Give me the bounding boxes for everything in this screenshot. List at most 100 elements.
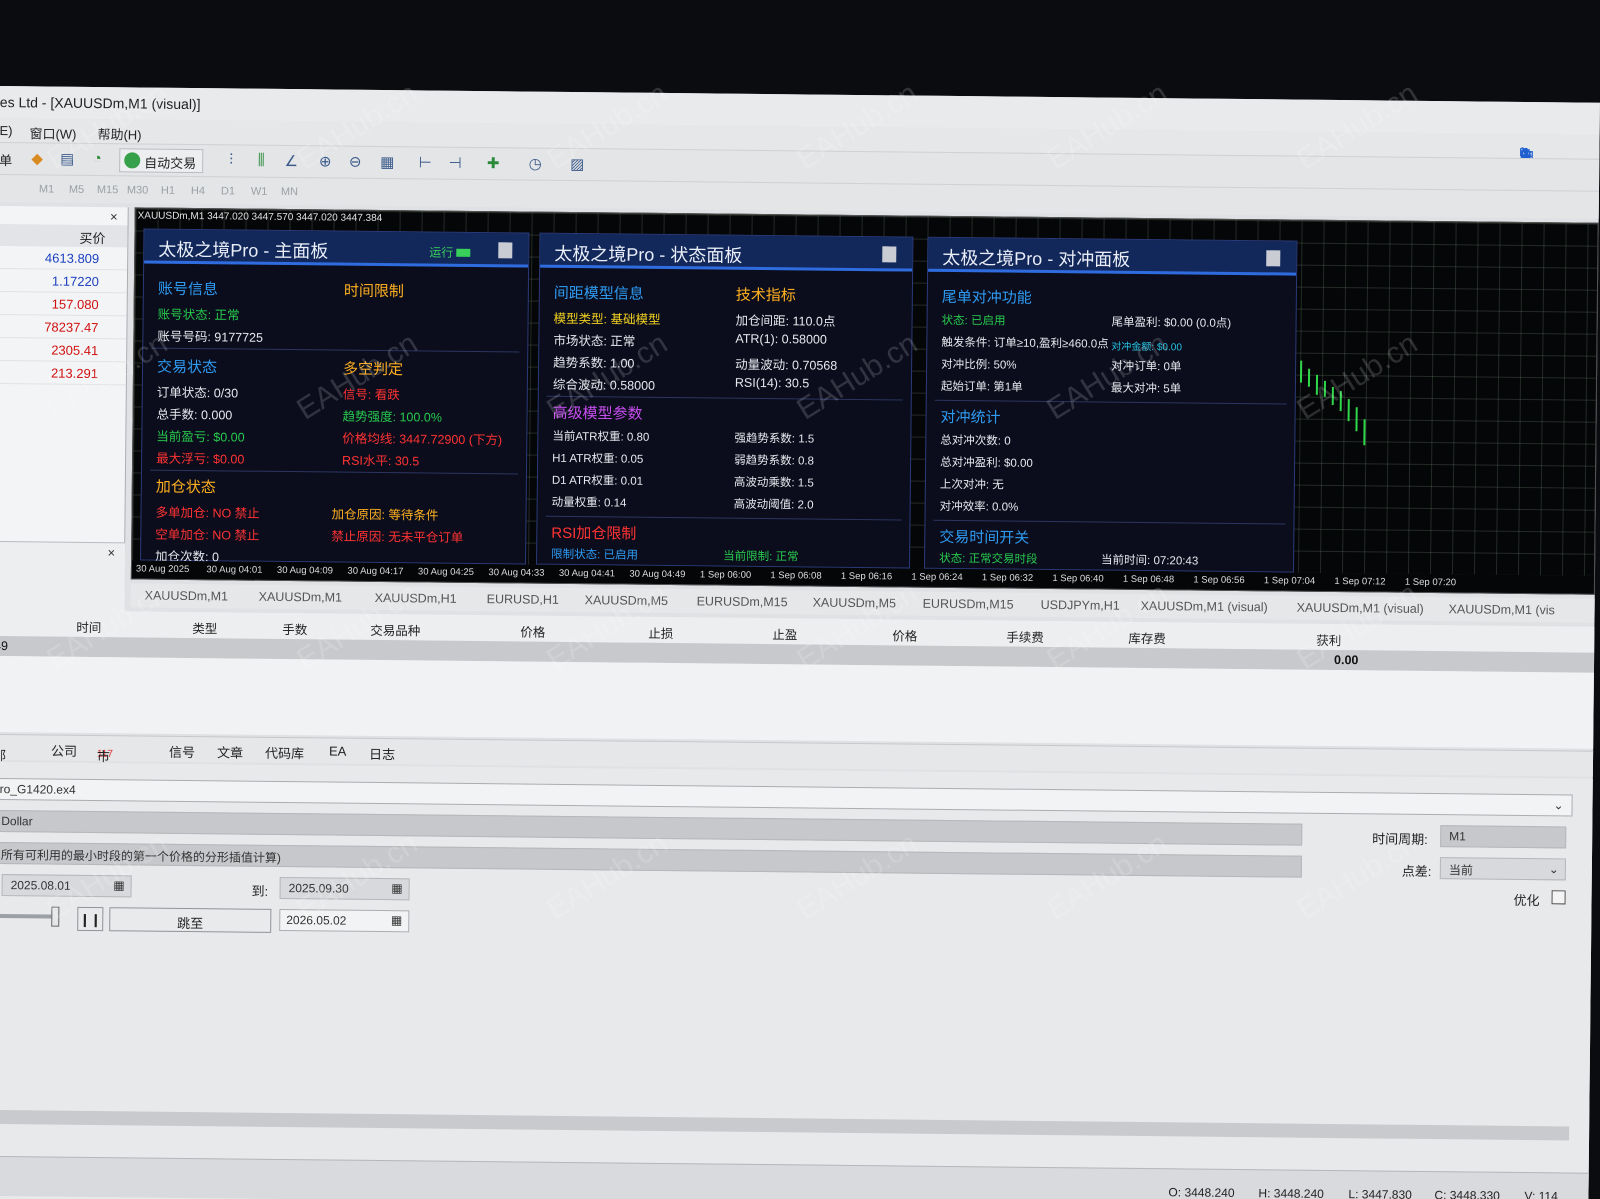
tab-ea[interactable]: EA bbox=[329, 743, 346, 758]
account-status: 账号状态: 正常 bbox=[157, 307, 240, 323]
time-tick-label: 1 Sep 06:56 bbox=[1193, 574, 1245, 587]
tf-m15[interactable]: M15 bbox=[97, 184, 119, 196]
templates-icon[interactable]: ▨ bbox=[567, 155, 587, 175]
column-header[interactable]: 手数 bbox=[282, 619, 307, 638]
calendar-icon[interactable]: ▦ bbox=[391, 881, 402, 895]
to-date-input[interactable]: 2025.09.30 ▦ bbox=[279, 876, 410, 901]
price-row[interactable]: 78237.47 bbox=[0, 314, 127, 340]
menu-help[interactable]: 帮助(H) bbox=[97, 124, 141, 143]
column-header[interactable]: 止损 bbox=[648, 623, 673, 642]
price-row[interactable]: 157.080 bbox=[0, 291, 127, 317]
tf-m30[interactable]: M30 bbox=[127, 184, 149, 196]
auto-trade-button[interactable]: 自动交易 bbox=[119, 148, 204, 174]
horizontal-scrollbar[interactable] bbox=[0, 1109, 1570, 1141]
strategy-tester-icon[interactable]: ◔ bbox=[87, 150, 107, 170]
candle-chart-icon[interactable]: ⫼ bbox=[251, 152, 271, 172]
tf-m5[interactable]: M5 bbox=[69, 184, 84, 196]
minimize-icon[interactable] bbox=[1266, 250, 1281, 267]
tf-h4[interactable]: H4 bbox=[191, 185, 205, 197]
tab-chart[interactable]: XAUUSDm,M1 (visual) bbox=[1141, 599, 1268, 614]
zoom-in-icon[interactable]: ⊕ bbox=[315, 152, 335, 172]
period-value: M1 bbox=[1449, 829, 1466, 844]
symbol-select[interactable]: Dollar bbox=[0, 809, 1303, 846]
price-row[interactable]: 4613.809 bbox=[0, 245, 128, 271]
column-header[interactable]: 时间 bbox=[76, 617, 101, 636]
close-icon[interactable]: × bbox=[107, 545, 115, 560]
tab-company[interactable]: 公司 bbox=[51, 741, 77, 760]
expert-select[interactable]: ro_G1420.ex4 ⌄ bbox=[0, 777, 1573, 817]
column-header[interactable]: 交易品种 bbox=[370, 620, 420, 640]
tf-m1[interactable]: M1 bbox=[39, 183, 54, 195]
column-header[interactable]: 价格 bbox=[892, 625, 917, 644]
jump-button[interactable]: 跳至 bbox=[109, 907, 272, 933]
tech-section-title: 技术指标 bbox=[735, 286, 796, 305]
tile-windows-icon[interactable]: ▦ bbox=[377, 153, 397, 173]
tf-w1[interactable]: W1 bbox=[251, 186, 268, 198]
spread-select[interactable]: 当前 ⌄ bbox=[1439, 857, 1566, 881]
column-header[interactable]: 价格 bbox=[520, 621, 545, 640]
menu-window[interactable]: 窗口(W) bbox=[29, 123, 76, 142]
price-row[interactable]: 2305.41 bbox=[0, 337, 127, 363]
tab-chart[interactable]: XAUUSDm,M1 (visual) bbox=[1297, 601, 1424, 616]
tab-chart[interactable]: EURUSDm,M15 bbox=[923, 597, 1014, 612]
tab-chart[interactable]: XAUUSDm,M1 bbox=[259, 590, 342, 605]
tab-chart[interactable]: XAUUSDm,M5 bbox=[813, 596, 896, 611]
tab-chart[interactable]: EURUSDm,M15 bbox=[697, 594, 788, 609]
add-section-title: 加仓状态 bbox=[155, 478, 216, 497]
tab-signals[interactable]: 信号 bbox=[169, 742, 195, 761]
tab-chart[interactable]: XAUUSDm,H1 bbox=[375, 591, 457, 606]
tab-articles[interactable]: 文章 bbox=[217, 742, 243, 761]
chart-window[interactable]: XAUUSDm,M1 3447.020 3447.570 3447.020 34… bbox=[130, 207, 1599, 595]
tab-chart[interactable]: EURUSD,H1 bbox=[487, 592, 559, 607]
status-panel-title-text: 太极之境Pro - 状态面板 bbox=[554, 243, 743, 266]
column-header[interactable]: 库存费 bbox=[1128, 628, 1166, 647]
new-order-label[interactable]: 单 bbox=[0, 150, 12, 169]
price-row[interactable]: 213.291 bbox=[0, 360, 127, 386]
bar-chart-icon[interactable]: ⫶ bbox=[221, 151, 241, 171]
long-add: 多单加仓: NO 禁止 bbox=[155, 505, 260, 521]
tf-h1[interactable]: H1 bbox=[161, 185, 175, 197]
optimize-checkbox[interactable] bbox=[1551, 890, 1566, 905]
status-panel-title: 太极之境Pro - 状态面板 bbox=[540, 233, 913, 272]
calendar-icon[interactable]: ▦ bbox=[113, 878, 124, 892]
tf-mn[interactable]: MN bbox=[281, 186, 298, 198]
status-panel: 太极之境Pro - 状态面板 间距模型信息 技术指标 模型类型: 基础模型 市场… bbox=[536, 232, 914, 569]
pause-button[interactable]: ❙❙ bbox=[77, 906, 104, 932]
indicators-icon[interactable]: ✚ bbox=[483, 154, 503, 174]
menu-file[interactable]: E) bbox=[0, 123, 13, 138]
tab-chart[interactable]: XAUUSDm,M1 bbox=[145, 589, 228, 604]
chart-shift-icon[interactable]: ⊣ bbox=[445, 154, 465, 174]
navigator-icon[interactable]: ◆ bbox=[27, 149, 47, 169]
column-header[interactable]: 类型 bbox=[192, 618, 217, 637]
terminal-icon[interactable]: ▤ bbox=[57, 150, 77, 170]
price-row[interactable]: 1.17220 bbox=[0, 268, 128, 294]
column-header[interactable]: 手续费 bbox=[1006, 627, 1044, 646]
tab-journal[interactable]: 日志 bbox=[369, 744, 395, 763]
account-section-title: 账号信息 bbox=[157, 280, 218, 299]
minimize-icon[interactable] bbox=[882, 246, 897, 263]
zoom-out-icon[interactable]: ⊖ bbox=[345, 153, 365, 173]
periods-icon[interactable]: ◷ bbox=[525, 155, 545, 175]
tab-codebase[interactable]: 代码库 bbox=[265, 743, 304, 762]
divider bbox=[149, 469, 518, 475]
line-chart-icon[interactable]: ∠ bbox=[281, 152, 301, 172]
jump-date-input[interactable]: 2026.05.02 ▦ bbox=[279, 908, 410, 933]
calendar-icon[interactable]: ▦ bbox=[391, 913, 402, 927]
autoscroll-icon[interactable]: ⊢ bbox=[415, 153, 435, 173]
close-icon[interactable]: × bbox=[110, 209, 118, 224]
tab-chart[interactable]: USDJPYm,H1 bbox=[1041, 598, 1120, 613]
column-header[interactable]: 获利 bbox=[1316, 630, 1341, 649]
speed-slider-handle[interactable] bbox=[51, 906, 60, 927]
tab-chart[interactable]: XAUUSDm,M5 bbox=[585, 593, 668, 608]
advanced-section-title: 高级模型参数 bbox=[552, 404, 643, 423]
tf-d1[interactable]: D1 bbox=[221, 185, 235, 197]
column-header[interactable]: 止盈 bbox=[772, 624, 797, 643]
tab-market[interactable]: 市场 117 bbox=[97, 741, 113, 784]
tab-chart[interactable]: XAUUSDm,M1 (vis bbox=[1449, 602, 1555, 617]
market-state: 市场状态: 正常 bbox=[553, 333, 636, 349]
high-vol-multiplier: 高波动乘数: 1.5 bbox=[733, 476, 814, 490]
minimize-icon[interactable] bbox=[498, 242, 513, 259]
from-date-input[interactable]: 2025.08.01 ▦ bbox=[1, 874, 132, 898]
model-select[interactable]: 所有可利用的最小时段的第一个价格的分形插值计算) bbox=[0, 841, 1303, 878]
period-select[interactable]: M1 bbox=[1440, 825, 1567, 849]
